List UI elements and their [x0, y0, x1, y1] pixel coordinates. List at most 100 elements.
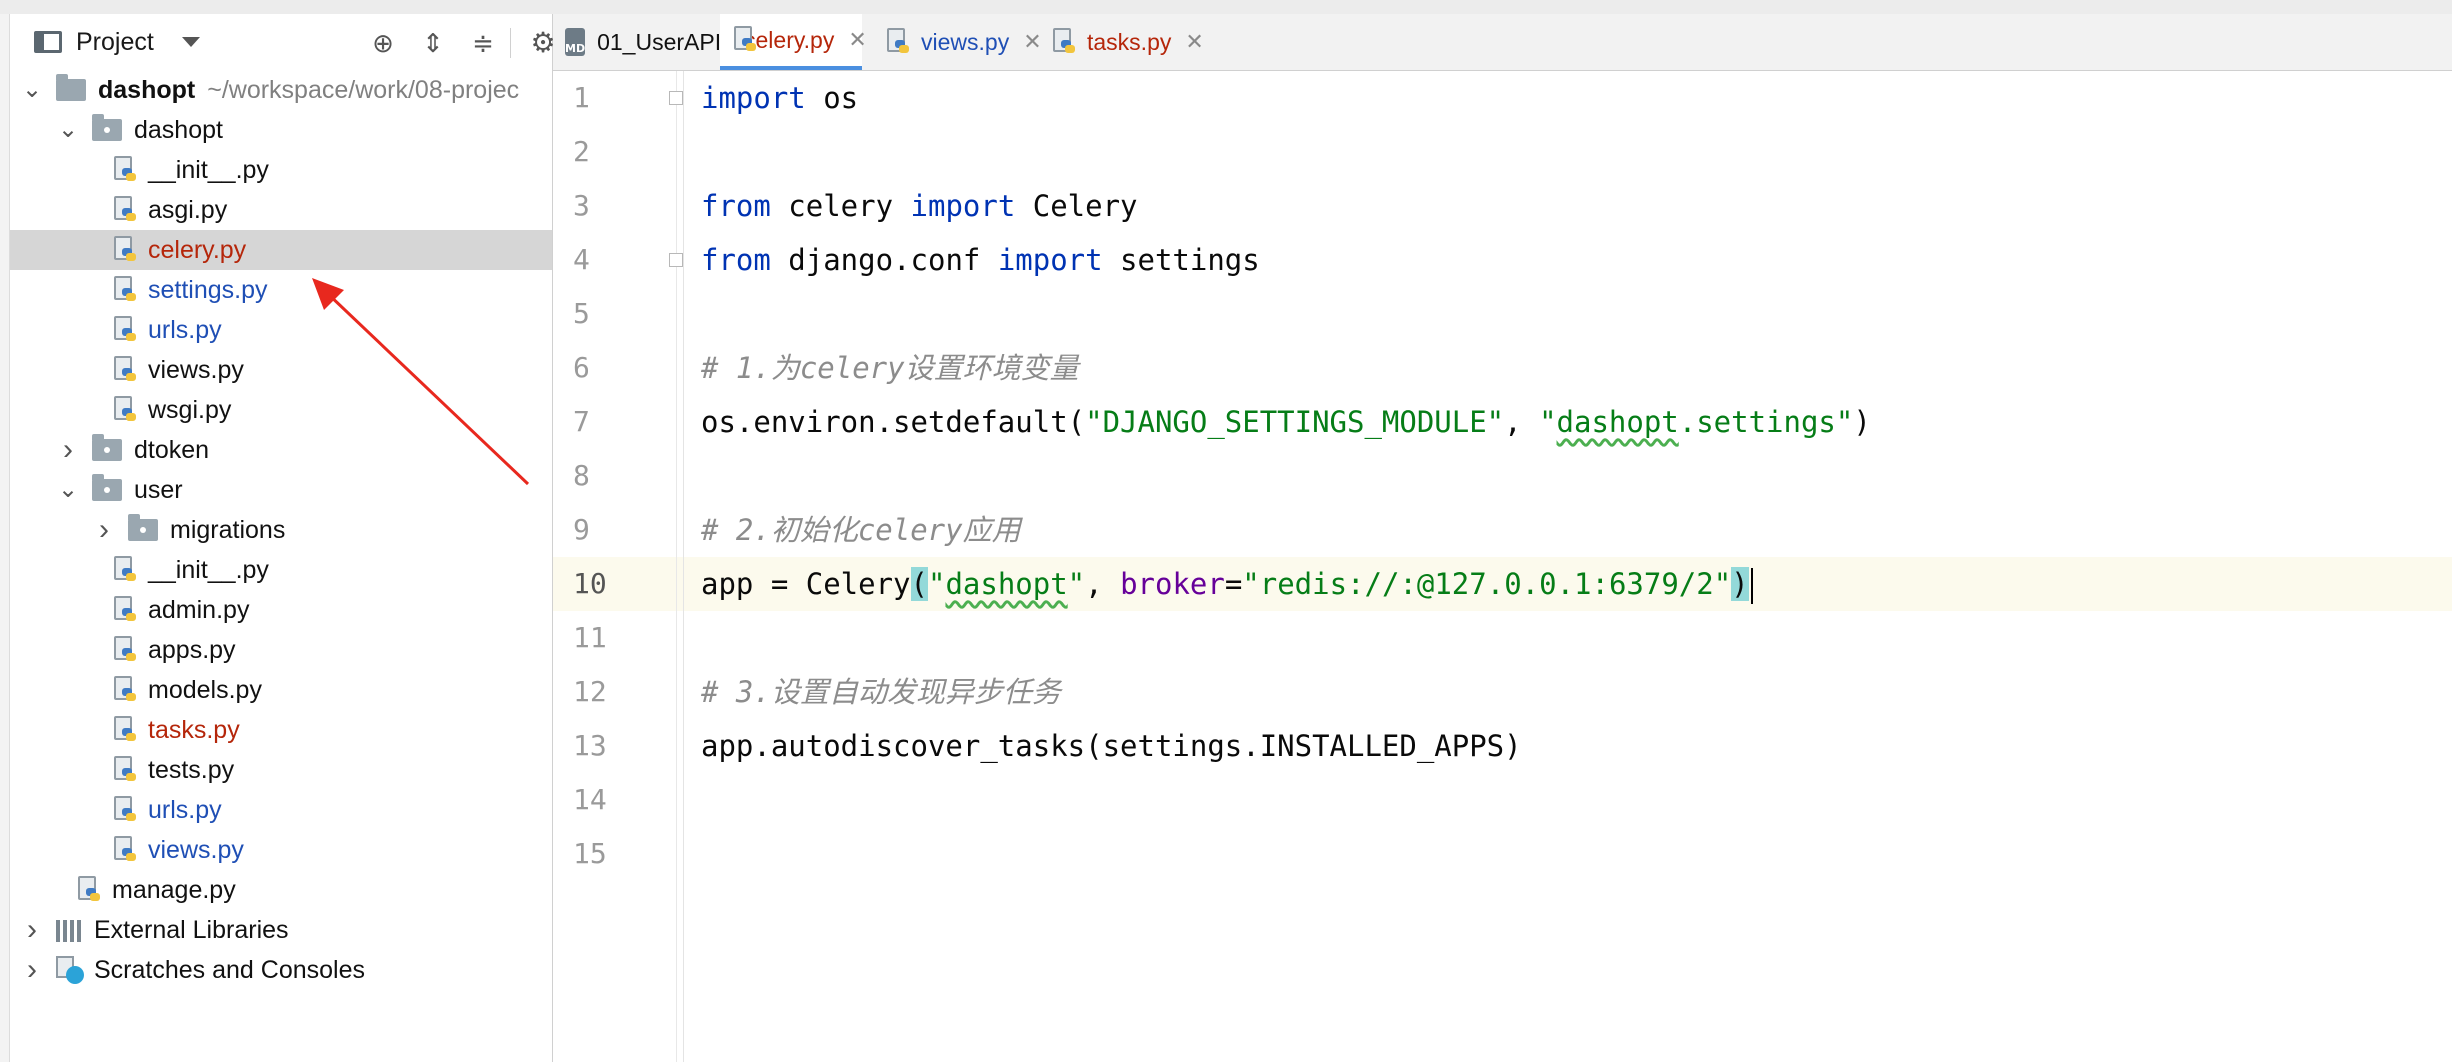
tree-item[interactable]: celery.py: [10, 230, 552, 270]
chevron-right-icon[interactable]: ›: [94, 515, 114, 545]
matched-brace: (: [910, 567, 928, 601]
python-file-icon: [114, 356, 138, 384]
python-file-icon: [114, 236, 138, 264]
tree-item[interactable]: tasks.py: [10, 710, 552, 750]
tree-item[interactable]: asgi.py: [10, 190, 552, 230]
code-line-15[interactable]: [684, 827, 2452, 881]
code-editor[interactable]: import os from celery import Celery from…: [684, 71, 2452, 1062]
tree-item-label: External Libraries: [94, 915, 289, 944]
line-number: 8: [573, 459, 590, 492]
line-number: 14: [573, 783, 607, 816]
tree-item-label: asgi.py: [148, 195, 228, 224]
tree-item[interactable]: __init__.py: [10, 150, 552, 190]
expand-all-icon[interactable]: ⇕: [418, 28, 448, 58]
annotation-arrow-icon: [312, 278, 530, 486]
tree-item[interactable]: models.py: [10, 670, 552, 710]
folder-icon: [56, 74, 86, 101]
chevron-right-icon[interactable]: ›: [58, 435, 78, 465]
tree-item-label: views.py: [148, 835, 244, 864]
tab-userapi-md[interactable]: MD 01_UserAPI.md ✕: [563, 14, 792, 70]
package-folder-icon: [92, 474, 122, 501]
code-line-6[interactable]: # 1.为celery设置环境变量: [684, 341, 2452, 395]
code-token: app = Celery: [701, 567, 911, 601]
code-line-2[interactable]: [684, 125, 2452, 179]
tab-tasks-py[interactable]: tasks.py ✕: [1033, 14, 1213, 70]
close-icon[interactable]: ✕: [1185, 29, 1203, 55]
code-line-4[interactable]: from django.conf import settings: [684, 233, 2452, 287]
string-token: ": [1539, 405, 1557, 439]
tree-item[interactable]: apps.py: [10, 630, 552, 670]
scratches-icon: [56, 956, 84, 984]
code-line-13[interactable]: app.autodiscover_tasks(settings.INSTALLE…: [684, 719, 2452, 773]
python-file-icon: [114, 596, 138, 624]
project-tool-window: Project ⊕ ⇕ ≑ ⚙ − ⌄dashopt~/workspace/wo…: [10, 14, 593, 1062]
tree-item[interactable]: admin.py: [10, 590, 552, 630]
code-line-7[interactable]: os.environ.setdefault("DJANGO_SETTINGS_M…: [684, 395, 2452, 449]
line-number: 1: [573, 81, 590, 114]
string-token: "redis://:@127.0.0.1:6379/2": [1242, 567, 1732, 601]
tree-item[interactable]: tests.py: [10, 750, 552, 790]
package-folder-icon: [92, 434, 122, 461]
chevron-down-icon[interactable]: ⌄: [22, 78, 42, 102]
tree-item[interactable]: ⌄ dashopt ~/workspace/work/08-projec: [10, 70, 552, 110]
code-line-8[interactable]: [684, 449, 2452, 503]
tree-item[interactable]: ⌄ dashopt: [10, 110, 552, 150]
tree-item[interactable]: manage.py: [10, 870, 552, 910]
line-number: 4: [573, 243, 590, 276]
line-number-gutter: 1 2 3 4 5 6 7 8 9 10 11 12 13 14 15: [553, 71, 684, 1062]
string-token: ": [927, 567, 946, 601]
project-panel-title[interactable]: Project: [76, 28, 154, 57]
line-number: 7: [573, 405, 590, 438]
fold-marker-icon[interactable]: [669, 253, 683, 267]
code-token: ): [1853, 405, 1871, 439]
tree-item-label: migrations: [170, 515, 286, 544]
tree-item-label: views.py: [148, 355, 244, 384]
chevron-right-icon[interactable]: ›: [22, 915, 42, 945]
code-line-5[interactable]: [684, 287, 2452, 341]
line-number: 13: [573, 729, 607, 762]
chevron-right-icon[interactable]: ›: [22, 955, 42, 985]
tree-item[interactable]: urls.py: [10, 790, 552, 830]
fold-marker-icon[interactable]: [669, 91, 683, 105]
code-line-9[interactable]: # 2.初始化celery应用: [684, 503, 2452, 557]
tree-item-label: __init__.py: [148, 555, 269, 584]
chevron-down-icon[interactable]: ⌄: [58, 478, 78, 502]
code-token: Celery: [1015, 189, 1138, 223]
tree-item[interactable]: › Scratches and Consoles: [10, 950, 552, 990]
text-caret: [1750, 568, 1753, 604]
locate-file-icon[interactable]: ⊕: [368, 28, 398, 58]
typo-string-token: dashopt: [1556, 405, 1679, 439]
tree-item[interactable]: › External Libraries: [10, 910, 552, 950]
line-number: 12: [573, 675, 607, 708]
tab-celery-py[interactable]: celery.py ✕: [720, 14, 867, 70]
code-line-10[interactable]: app = Celery("dashopt", broker="redis://…: [684, 557, 2452, 611]
collapse-all-icon[interactable]: ≑: [468, 28, 498, 58]
code-token: ,: [1085, 567, 1121, 601]
tree-item[interactable]: __init__.py: [10, 550, 552, 590]
tree-item-label: __init__.py: [148, 155, 269, 184]
tree-item-label: celery.py: [148, 235, 247, 264]
package-folder-icon: [92, 114, 122, 141]
tab-views-py[interactable]: views.py ✕: [863, 14, 1047, 70]
comment-token: # 2.初始化: [701, 513, 858, 547]
line-number: 9: [573, 513, 590, 546]
code-line-14[interactable]: [684, 773, 2452, 827]
code-line-11[interactable]: [684, 611, 2452, 665]
package-folder-icon: [128, 514, 158, 541]
chevron-down-icon[interactable]: ⌄: [58, 118, 78, 142]
tree-item[interactable]: › migrations: [10, 510, 552, 550]
string-token: .settings": [1678, 405, 1854, 439]
editor-tab-bar: MD 01_UserAPI.md ✕ celery.py ✕ views.py …: [553, 14, 2452, 71]
tree-item-label: urls.py: [148, 315, 222, 344]
code-token: os: [805, 81, 859, 115]
python-file-icon: [114, 716, 138, 744]
comment-token: # 3.设置自动发现异步任务: [701, 675, 1061, 709]
tree-item[interactable]: views.py: [10, 830, 552, 870]
python-file-icon: [114, 556, 138, 584]
line-number: 11: [573, 621, 607, 654]
chevron-down-icon[interactable]: [181, 37, 200, 47]
code-line-3[interactable]: from celery import Celery: [684, 179, 2452, 233]
code-line-12[interactable]: # 3.设置自动发现异步任务: [684, 665, 2452, 719]
code-line-1[interactable]: import os: [684, 71, 2452, 125]
header-divider: [510, 28, 511, 58]
